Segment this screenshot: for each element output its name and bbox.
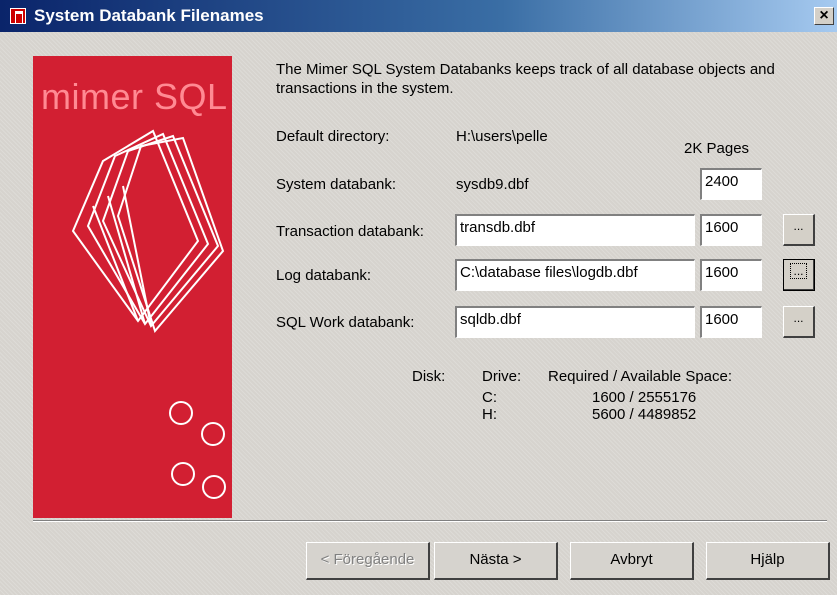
back-button[interactable]: < Föregående [306,542,430,580]
close-button[interactable]: × [814,7,834,25]
help-button[interactable]: Hjälp [706,542,830,580]
transaction-databank-label: Transaction databank: [276,223,424,240]
title-bar: System Databank Filenames × [0,0,837,32]
app-icon [10,8,26,24]
sql-work-browse-button[interactable]: ... [783,306,815,338]
transaction-pages-input[interactable]: 1600 [700,214,762,246]
log-filename-input[interactable]: C:\database files\logdb.dbf [455,259,695,291]
transaction-filename-input[interactable]: transdb.dbf [455,214,695,246]
sql-work-databank-label: SQL Work databank: [276,314,415,331]
dialog-body: mimer SQL The Mimer SQL System Databanks… [0,32,837,595]
separator [33,520,827,522]
sql-work-browse-label: ... [793,311,804,325]
system-pages-input[interactable]: 2400 [700,168,762,200]
log-browse-label: ... [790,263,807,279]
intro-text: The Mimer SQL System Databanks keeps tra… [276,61,775,97]
space-header: Required / Available Space: [548,368,733,385]
circles-graphic [169,401,226,499]
disk-label: Disk: [412,368,446,385]
system-databank-label: System databank: [276,176,397,193]
default-directory-value: H:\users\pelle [456,128,548,145]
transaction-browse-label: ... [793,219,804,233]
transaction-browse-button[interactable]: ... [783,214,815,246]
default-directory-label: Default directory: [276,128,390,145]
log-databank-label: Log databank: [276,267,372,284]
log-pages-input[interactable]: 1600 [700,259,762,291]
drive-h: H: [482,406,497,423]
drive-c: C: [482,389,497,406]
cancel-button[interactable]: Avbryt [570,542,694,580]
diamond-graphic [71,129,226,499]
mimer-banner: mimer SQL [33,56,232,518]
drive-c-space: 1600 / 2555176 [592,389,697,406]
drive-h-space: 5600 / 4489852 [592,406,697,423]
sql-work-filename-input[interactable]: sqldb.dbf [455,306,695,338]
pages-header: 2K Pages [684,140,750,157]
window-title: System Databank Filenames [34,6,264,25]
log-browse-button[interactable]: ... [783,259,815,291]
next-button[interactable]: Nästa > [434,542,558,580]
sql-work-pages-input[interactable]: 1600 [700,306,762,338]
system-databank-filename: sysdb9.dbf [456,176,529,193]
drive-header: Drive: [482,368,522,385]
